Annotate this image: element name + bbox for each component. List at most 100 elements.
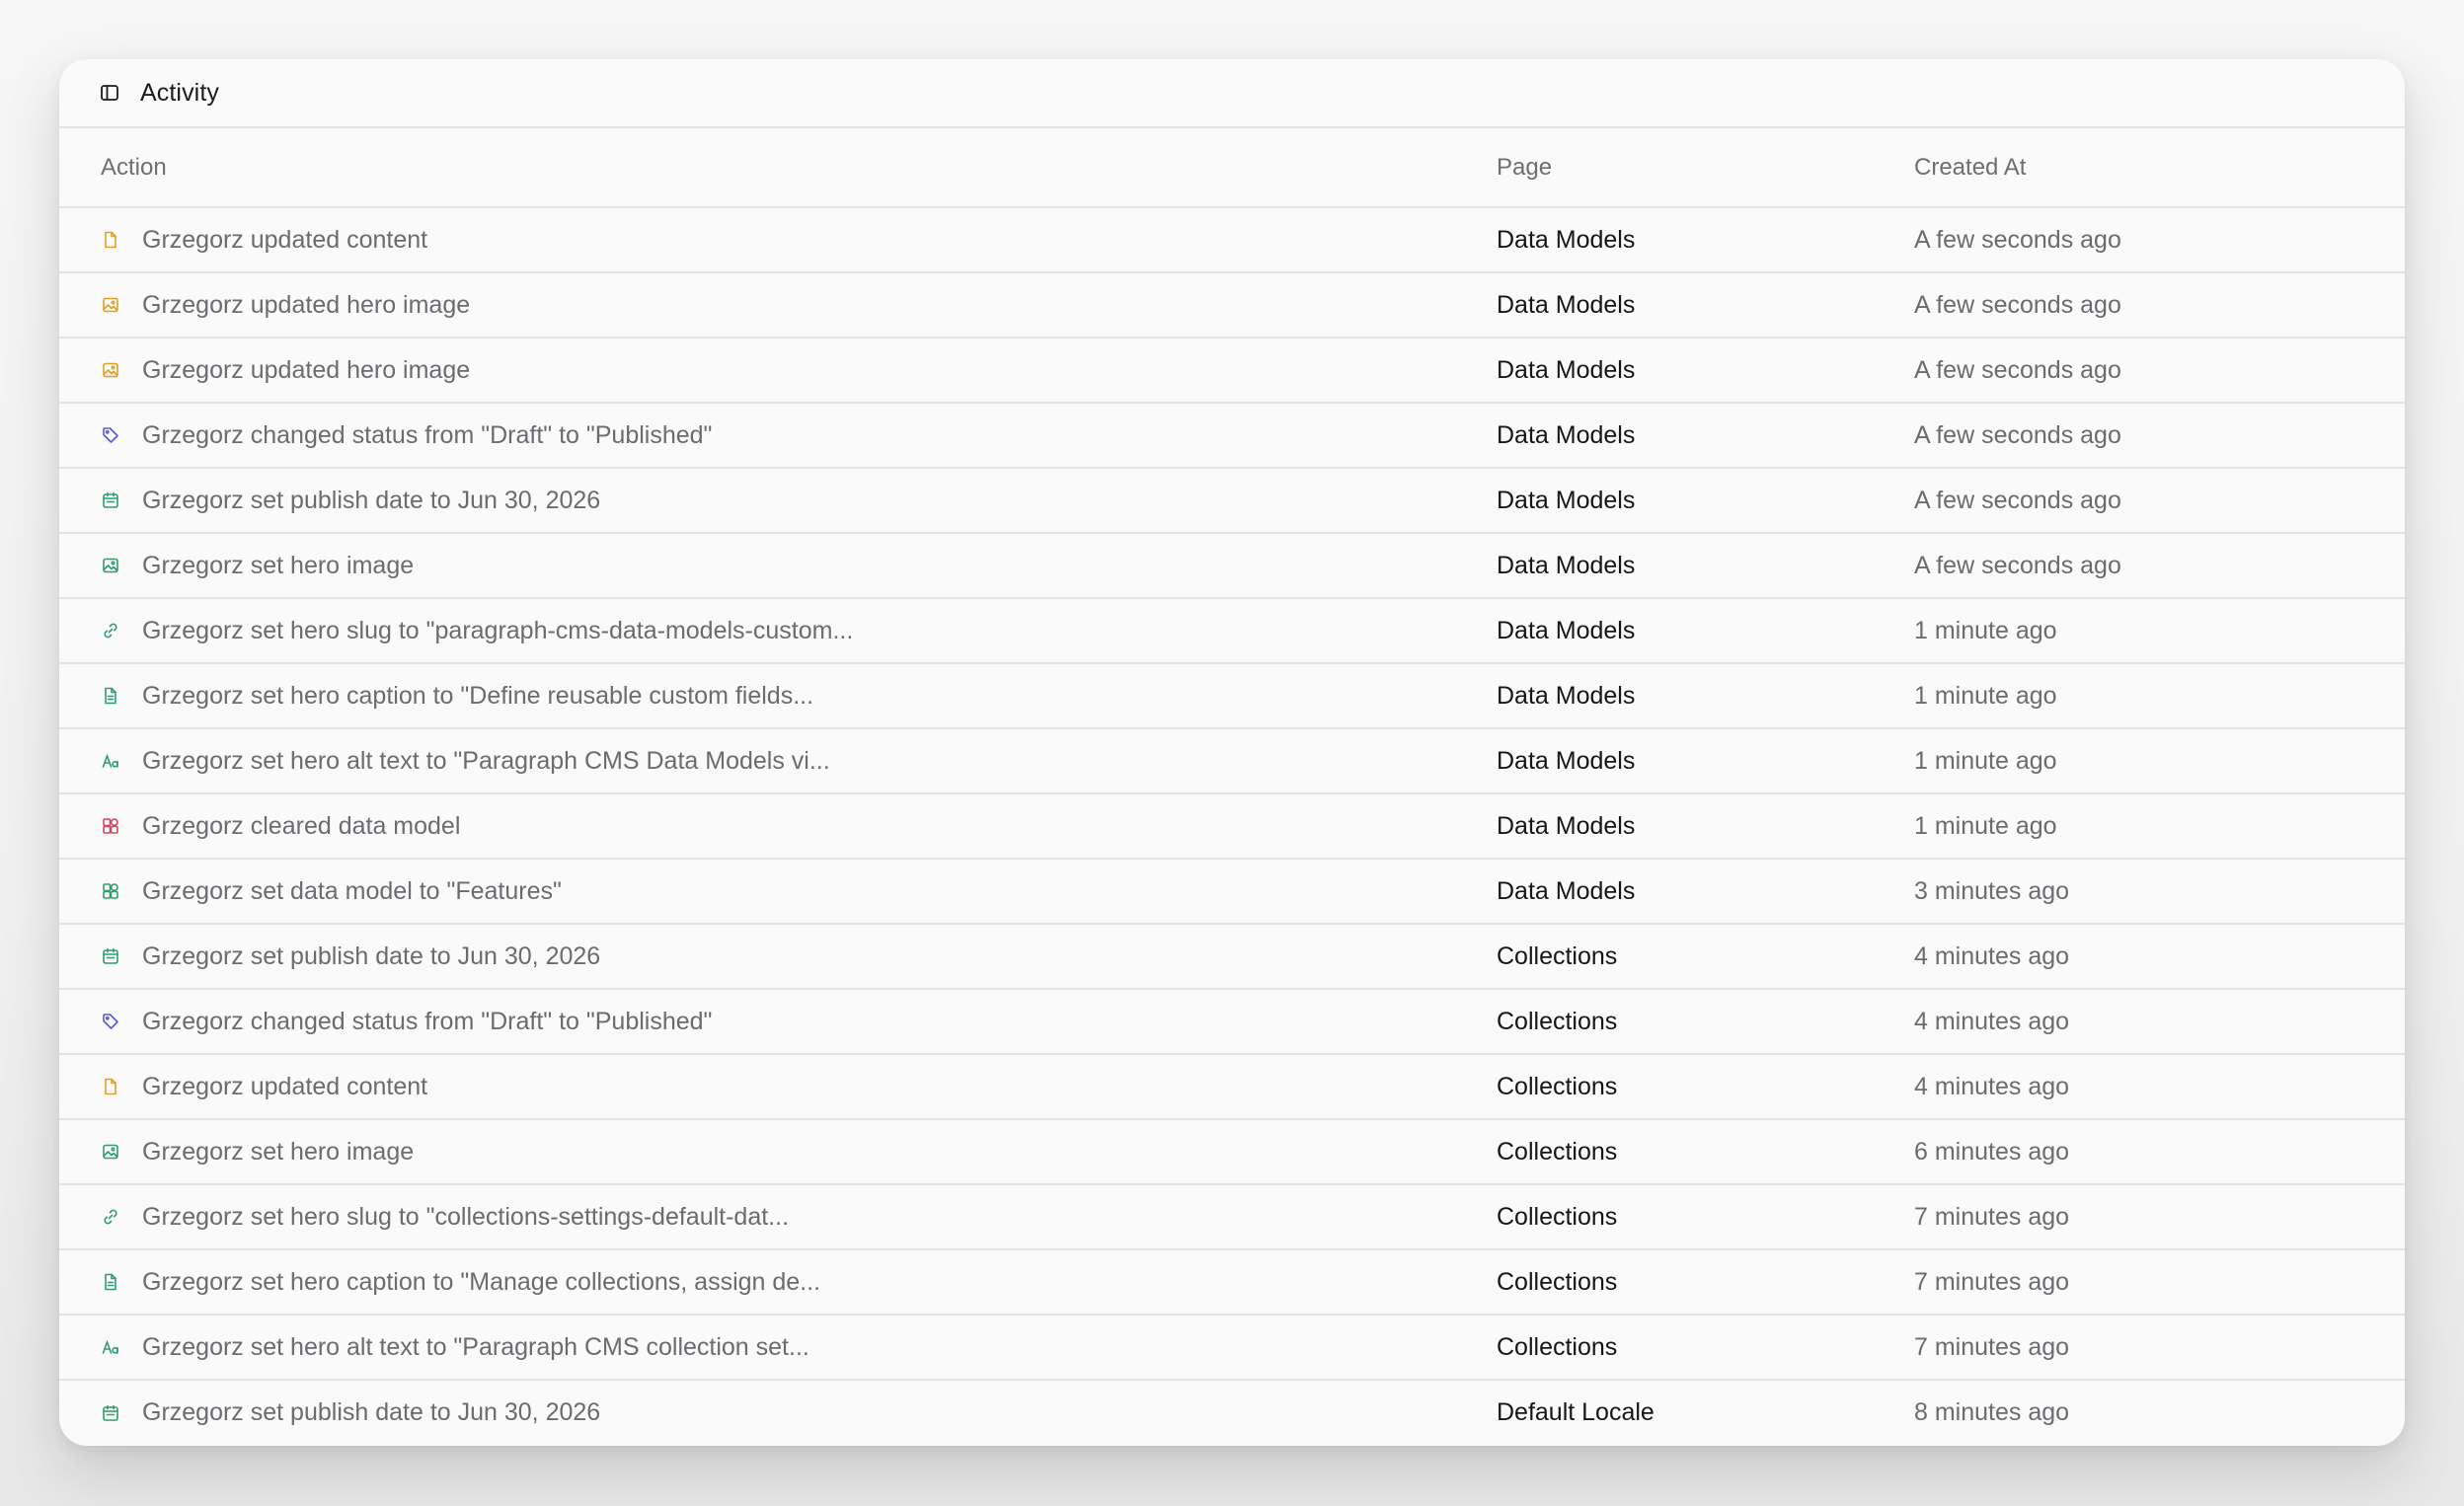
action-text: Grzegorz changed status from "Draft" to … [142,420,713,449]
document-icon [99,1270,122,1294]
created-at-cell: 1 minute ago [1914,663,2405,729]
action-cell: Grzegorz set publish date to Jun 30, 202… [59,924,1497,990]
action-cell: Grzegorz set hero caption to "Define reu… [59,663,1497,729]
table-row[interactable]: Grzegorz changed status from "Draft" to … [59,403,2405,469]
text-icon [99,749,122,773]
image-icon [99,1140,122,1164]
created-at-cell: A few seconds ago [1914,468,2405,534]
link-icon [99,619,122,642]
created-at-cell: 6 minutes ago [1914,1119,2405,1185]
column-header-created-at[interactable]: Created At [1914,128,2405,208]
table-row[interactable]: Grzegorz set hero slug to "paragraph-cms… [59,598,2405,664]
table-row[interactable]: Grzegorz set hero caption to "Define reu… [59,663,2405,729]
action-text: Grzegorz set hero caption to "Manage col… [142,1267,821,1296]
table-row[interactable]: Grzegorz set publish date to Jun 30, 202… [59,924,2405,990]
table-row[interactable]: Grzegorz set hero slug to "collections-s… [59,1184,2405,1250]
created-at-cell: A few seconds ago [1914,403,2405,469]
action-cell: Grzegorz set hero alt text to "Paragraph… [59,728,1497,794]
created-at-cell: A few seconds ago [1914,207,2405,273]
image-icon [99,554,122,577]
action-cell: Grzegorz set hero caption to "Manage col… [59,1249,1497,1316]
page-cell[interactable]: Data Models [1497,403,1914,469]
blocks-icon [99,879,122,903]
page-cell[interactable]: Data Models [1497,533,1914,599]
action-text: Grzegorz cleared data model [142,811,461,840]
page-cell[interactable]: Data Models [1497,859,1914,925]
text-icon [99,1335,122,1359]
table-row[interactable]: Grzegorz updated hero image Data Models A … [59,272,2405,339]
action-text: Grzegorz set hero caption to "Define reu… [142,681,814,710]
action-cell: Grzegorz cleared data model [59,793,1497,860]
page-cell[interactable]: Collections [1497,1054,1914,1120]
file-icon [99,1075,122,1098]
table-row[interactable]: Grzegorz set data model to "Features" Dat… [59,859,2405,925]
action-cell: Grzegorz set data model to "Features" [59,859,1497,925]
page-cell[interactable]: Collections [1497,1249,1914,1316]
action-text: Grzegorz set hero image [142,1137,415,1166]
page-cell[interactable]: Data Models [1497,793,1914,860]
created-at-cell: 4 minutes ago [1914,1054,2405,1120]
page-cell[interactable]: Data Models [1497,207,1914,273]
page-cell[interactable]: Data Models [1497,598,1914,664]
page-cell[interactable]: Collections [1497,989,1914,1055]
table-row[interactable]: Grzegorz set hero caption to "Manage col… [59,1249,2405,1316]
page-cell[interactable]: Data Models [1497,338,1914,404]
action-text: Grzegorz set publish date to Jun 30, 202… [142,1398,601,1426]
action-cell: Grzegorz updated hero image [59,272,1497,339]
action-cell: Grzegorz set hero slug to "paragraph-cms… [59,598,1497,664]
page-cell[interactable]: Collections [1497,1119,1914,1185]
link-icon [99,1205,122,1229]
page-cell[interactable]: Collections [1497,1315,1914,1381]
image-icon [99,293,122,317]
action-text: Grzegorz set hero slug to "collections-s… [142,1202,790,1231]
created-at-cell: 1 minute ago [1914,793,2405,860]
tag-icon [99,423,122,447]
created-at-cell: 4 minutes ago [1914,989,2405,1055]
action-text: Grzegorz set hero image [142,551,415,579]
created-at-cell: 7 minutes ago [1914,1315,2405,1381]
action-text: Grzegorz updated hero image [142,355,471,384]
page-cell[interactable]: Data Models [1497,468,1914,534]
action-cell: Grzegorz set publish date to Jun 30, 202… [59,1380,1497,1445]
page-cell[interactable]: Data Models [1497,272,1914,339]
page-cell[interactable]: Data Models [1497,728,1914,794]
action-cell: Grzegorz updated hero image [59,338,1497,404]
action-text: Grzegorz set data model to "Features" [142,876,562,905]
page-cell[interactable]: Data Models [1497,663,1914,729]
calendar-icon [99,1401,122,1425]
column-header-action[interactable]: Action [59,128,1497,208]
action-cell: Grzegorz set hero image [59,1119,1497,1185]
tag-icon [99,1010,122,1033]
sidebar-panel-icon[interactable] [99,82,120,104]
file-icon [99,228,122,252]
table-header-row: Action Page Created At [59,128,2405,208]
table-row[interactable]: Grzegorz set publish date to Jun 30, 202… [59,1380,2405,1445]
action-text: Grzegorz changed status from "Draft" to … [142,1007,713,1035]
created-at-cell: 1 minute ago [1914,728,2405,794]
table-row[interactable]: Grzegorz set hero image Data Models A few … [59,533,2405,599]
page-cell[interactable]: Collections [1497,1184,1914,1250]
calendar-icon [99,944,122,968]
image-icon [99,358,122,382]
action-text: Grzegorz updated content [142,225,428,254]
table-row[interactable]: Grzegorz changed status from "Draft" to … [59,989,2405,1055]
page-cell[interactable]: Collections [1497,924,1914,990]
action-text: Grzegorz set hero slug to "paragraph-cms… [142,616,854,644]
created-at-cell: 3 minutes ago [1914,859,2405,925]
table-row[interactable]: Grzegorz updated hero image Data Models A … [59,338,2405,404]
action-text: Grzegorz set publish date to Jun 30, 202… [142,941,601,970]
action-cell: Grzegorz updated content [59,1054,1497,1120]
created-at-cell: 1 minute ago [1914,598,2405,664]
table-row[interactable]: Grzegorz set hero image Collections 6 minu… [59,1119,2405,1185]
panel-title: Activity [140,78,219,107]
action-cell: Grzegorz changed status from "Draft" to … [59,403,1497,469]
table-row[interactable]: Grzegorz set publish date to Jun 30, 202… [59,468,2405,534]
table-row[interactable]: Grzegorz updated content Data Models A few… [59,207,2405,273]
table-row[interactable]: Grzegorz updated content Collections 4 min… [59,1054,2405,1120]
table-row[interactable]: Grzegorz set hero alt text to "Paragraph… [59,728,2405,794]
table-row[interactable]: Grzegorz set hero alt text to "Paragraph… [59,1315,2405,1381]
table-row[interactable]: Grzegorz cleared data model Data Models 1 … [59,793,2405,860]
action-text: Grzegorz updated content [142,1072,428,1100]
page-cell[interactable]: Default Locale [1497,1380,1914,1445]
column-header-page[interactable]: Page [1497,128,1914,208]
